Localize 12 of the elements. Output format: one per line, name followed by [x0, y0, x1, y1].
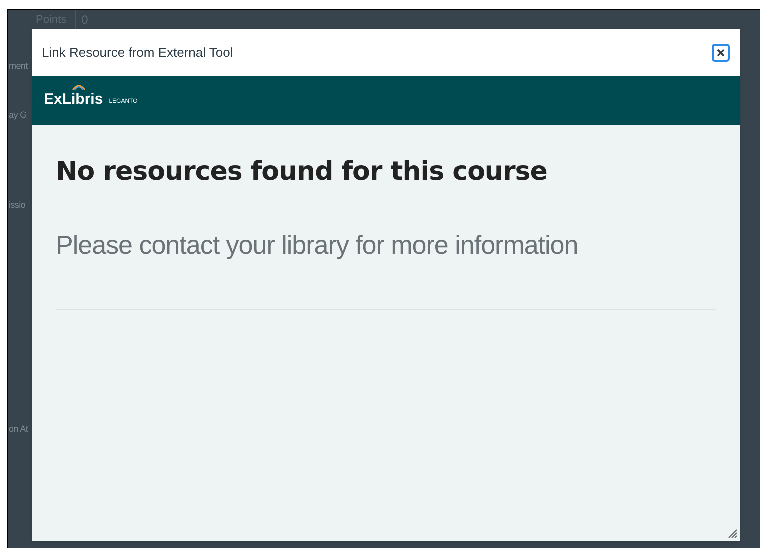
background-label: ment — [9, 60, 28, 73]
background-label: on At — [9, 422, 28, 436]
close-icon — [717, 48, 725, 56]
background-label: ay G — [9, 108, 27, 122]
brand-logo: ExLibris — [44, 90, 104, 110]
close-button[interactable] — [712, 44, 730, 62]
message: Please contact your library for more information — [56, 229, 580, 262]
resize-handle-icon[interactable] — [728, 529, 737, 538]
dialog-title: Link Resource from External Tool — [42, 44, 234, 62]
heading: No resources found for this course — [56, 156, 548, 189]
background-label: issio — [9, 199, 26, 212]
rainbow-arc-icon — [72, 84, 86, 90]
